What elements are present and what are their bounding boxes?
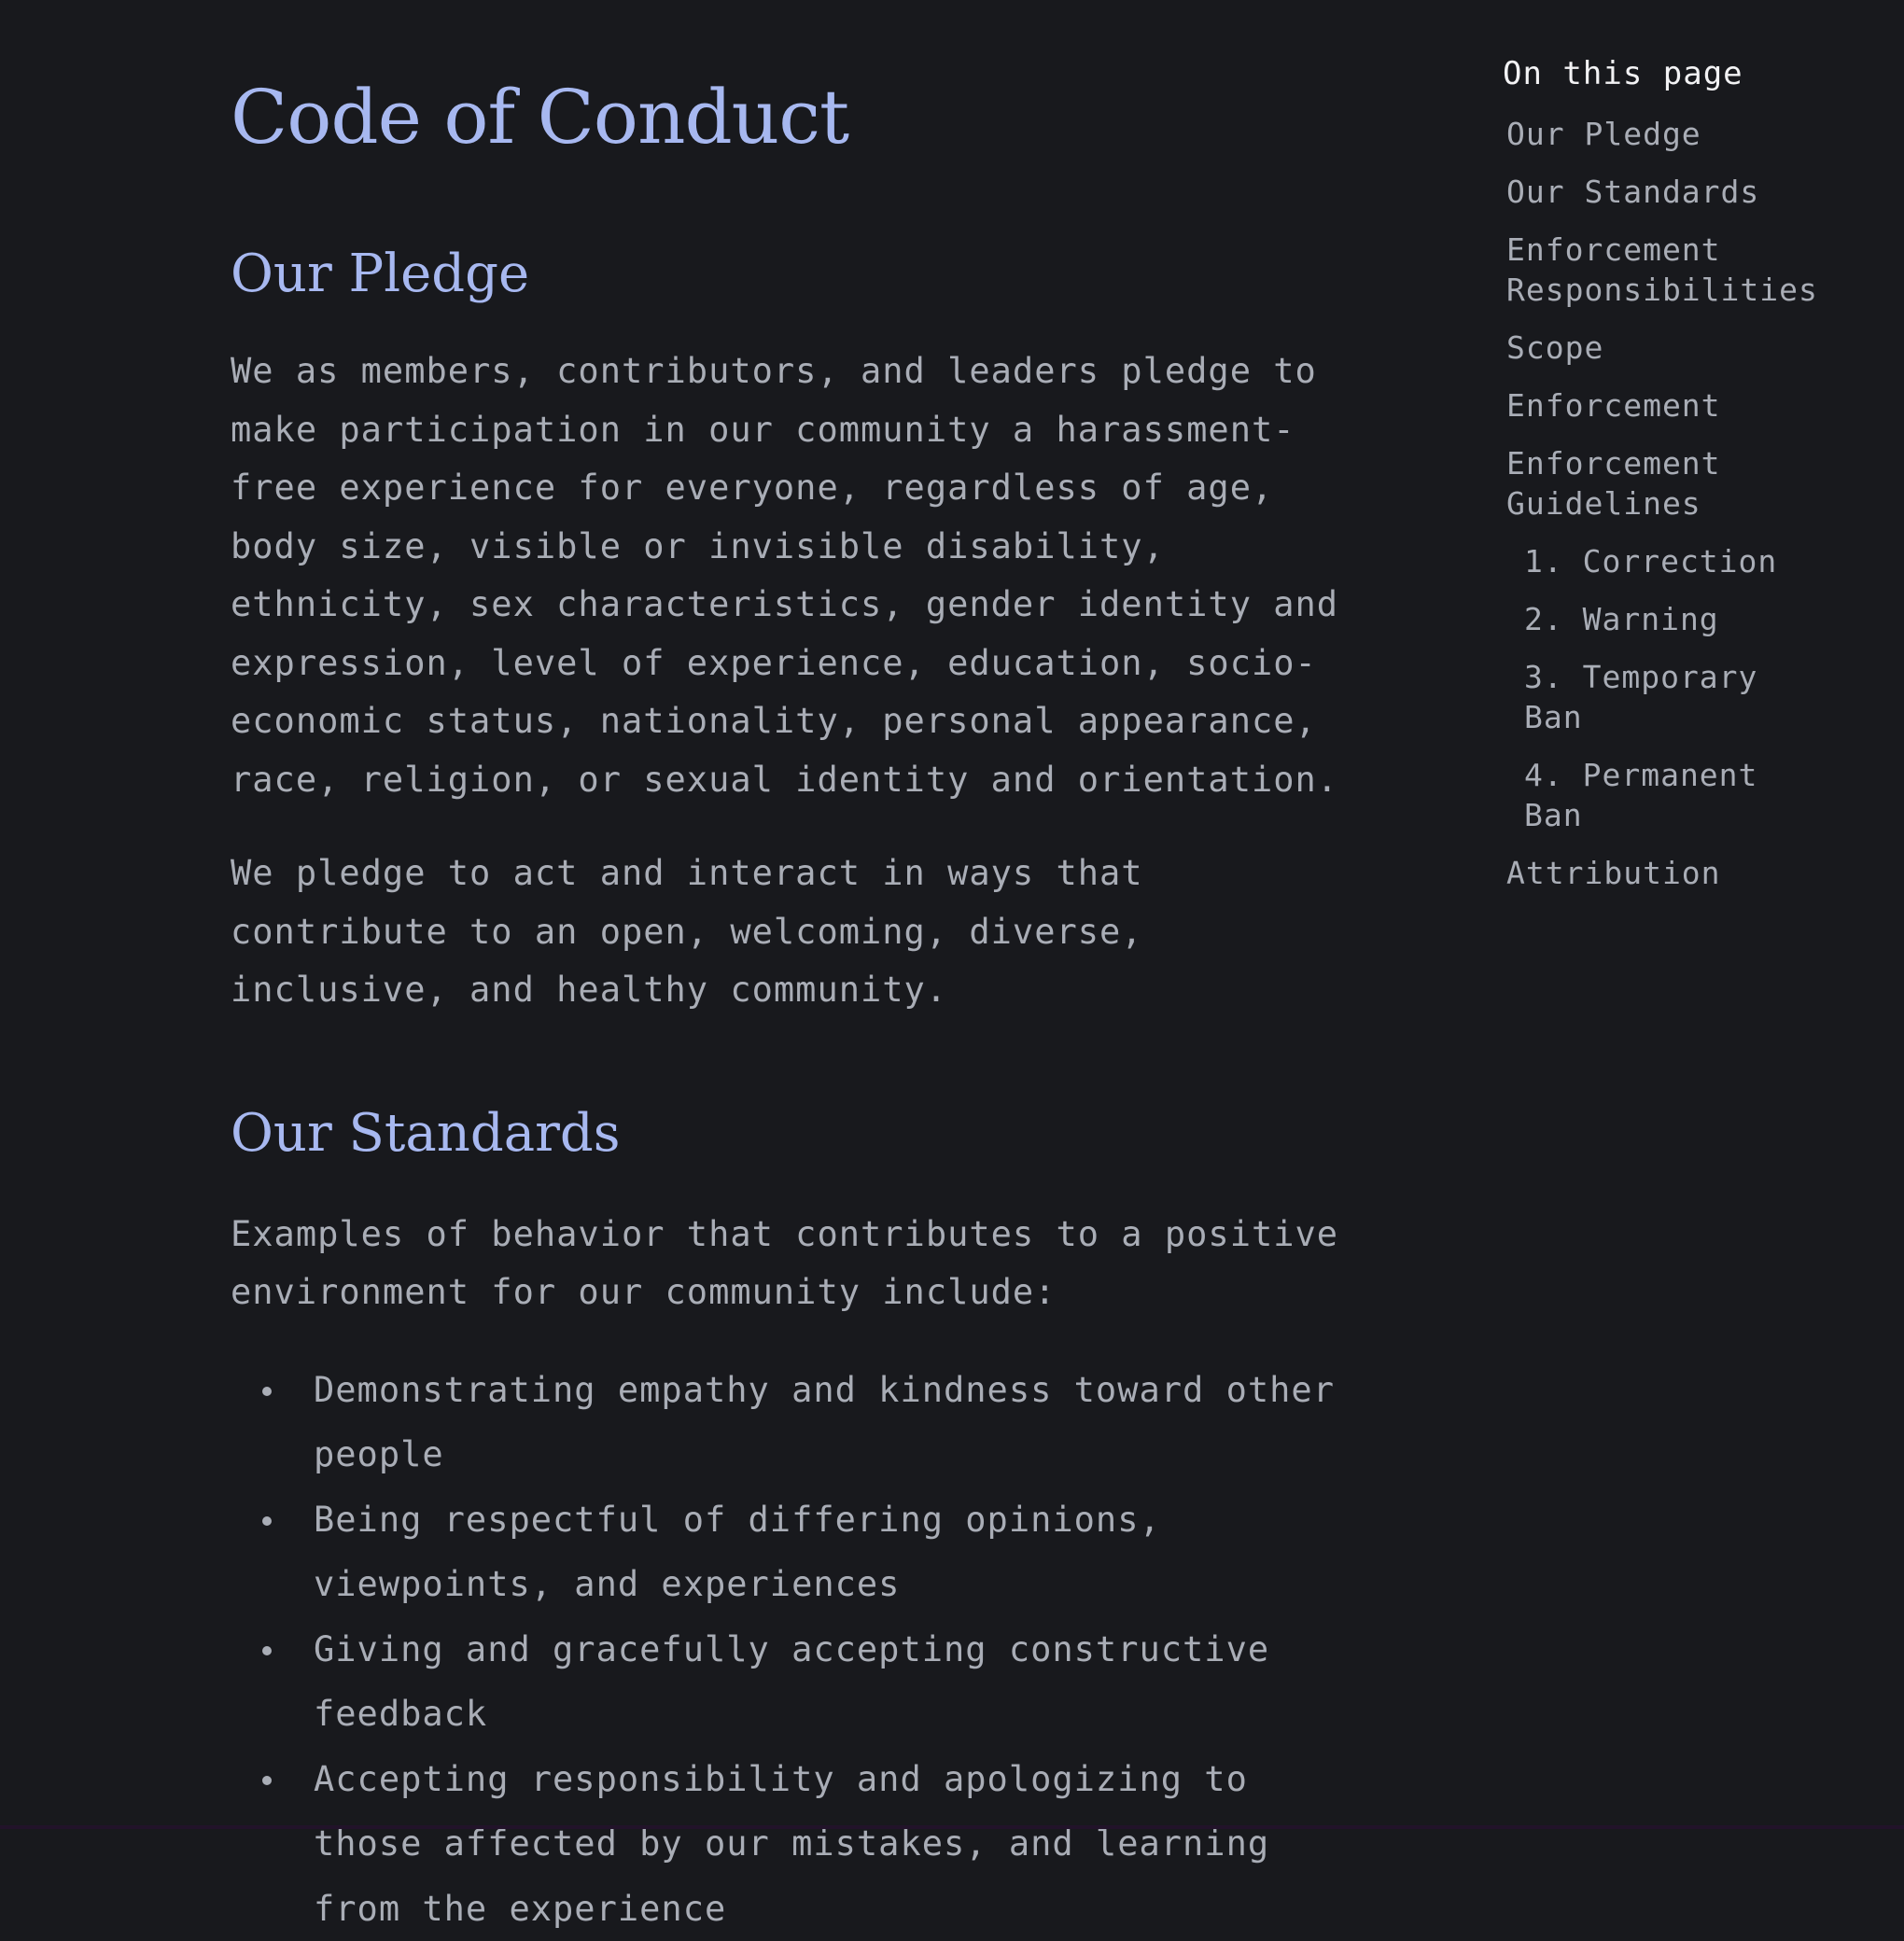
toc-link-our-pledge[interactable]: Our Pledge: [1506, 114, 1811, 154]
list-item-text: Accepting responsibility and apologizing…: [314, 1758, 1270, 1929]
bullet-icon: [262, 1386, 272, 1396]
list-item-text: Demonstrating empathy and kindness towar…: [314, 1369, 1335, 1475]
toc-title: On this page: [1503, 55, 1743, 92]
toc-link-enforcement[interactable]: Enforcement: [1506, 385, 1811, 426]
toc-link-correction[interactable]: 1. Correction: [1524, 541, 1811, 581]
table-of-contents: On this page Our Pledge Our Standards En…: [1503, 54, 1817, 911]
standards-intro: Examples of behavior that contributes to…: [231, 1213, 1339, 1313]
list-item: Being respectful of differing opinions, …: [231, 1487, 1351, 1617]
bullet-icon: [262, 1645, 272, 1655]
main-content: Code of Conduct Our Pledge We as members…: [231, 56, 1351, 1941]
bullet-icon: [262, 1775, 272, 1785]
bullet-icon: [262, 1515, 272, 1526]
heading-our-standards: Our Standards: [231, 1102, 621, 1164]
list-item-text: Being respectful of differing opinions, …: [314, 1499, 1161, 1605]
standards-list: Demonstrating empathy and kindness towar…: [231, 1358, 1351, 1941]
bottom-edge-strip: [0, 1825, 1904, 1829]
toc-link-permanent-ban[interactable]: 4. Permanent Ban: [1524, 755, 1811, 835]
toc-link-enforcement-guidelines[interactable]: Enforcement Guidelines: [1506, 443, 1811, 524]
heading-our-pledge: Our Pledge: [231, 244, 530, 304]
toc-link-warning[interactable]: 2. Warning: [1524, 599, 1811, 639]
toc-list: Our Pledge Our Standards Enforcement Res…: [1503, 114, 1817, 893]
toc-link-attribution[interactable]: Attribution: [1506, 853, 1811, 893]
page-title: Code of Conduct: [231, 74, 849, 161]
pledge-paragraph-1: We as members, contributors, and leaders…: [231, 351, 1339, 800]
list-item: Accepting responsibility and apologizing…: [231, 1747, 1351, 1941]
list-item: Demonstrating empathy and kindness towar…: [231, 1358, 1351, 1487]
pledge-paragraph-2: We pledge to act and interact in ways th…: [231, 853, 1143, 1011]
toc-link-enforcement-responsibilities[interactable]: Enforcement Responsibilities: [1506, 230, 1817, 310]
list-item: Giving and gracefully accepting construc…: [231, 1617, 1351, 1747]
toc-link-our-standards[interactable]: Our Standards: [1506, 172, 1811, 212]
toc-link-temporary-ban[interactable]: 3. Temporary Ban: [1524, 657, 1811, 737]
toc-link-scope[interactable]: Scope: [1506, 328, 1811, 368]
list-item-text: Giving and gracefully accepting construc…: [314, 1628, 1270, 1735]
